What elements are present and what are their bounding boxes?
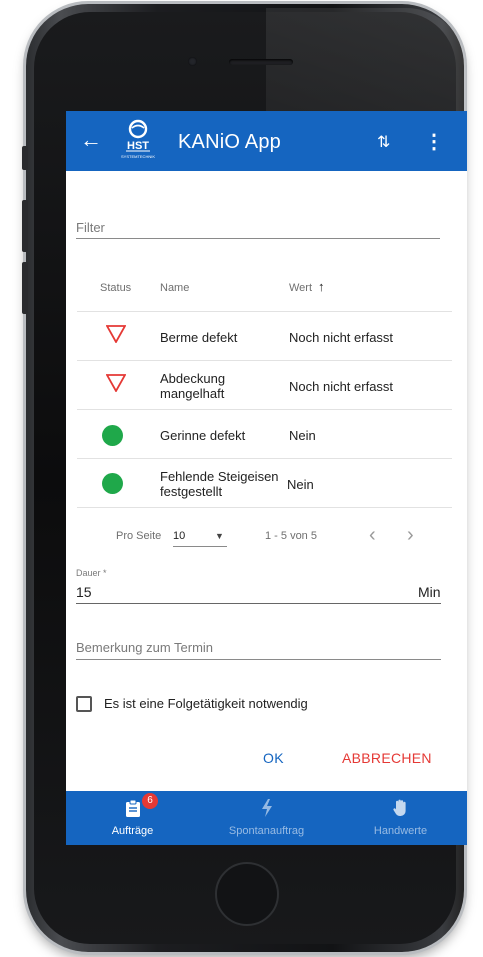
warning-triangle-icon bbox=[106, 325, 126, 343]
row-value: Noch nicht erfasst bbox=[289, 379, 394, 394]
duration-label: Dauer * bbox=[76, 568, 107, 578]
row-divider bbox=[77, 458, 452, 459]
mute-switch bbox=[22, 146, 28, 170]
duration-unit: Min bbox=[418, 584, 441, 600]
nav-item-auftraege[interactable]: 6 Aufträge bbox=[66, 791, 199, 845]
duration-input[interactable]: 15 bbox=[76, 584, 92, 600]
sort-icon[interactable]: ⇅ bbox=[377, 132, 390, 152]
volume-up-button bbox=[22, 200, 28, 252]
followup-checkbox[interactable] bbox=[76, 696, 92, 712]
sort-arrow-icon[interactable]: ↑ bbox=[318, 279, 325, 294]
logo-text: HST bbox=[127, 140, 149, 152]
row-value: Nein bbox=[289, 428, 316, 443]
row-divider bbox=[77, 507, 452, 508]
bottom-navigation: 6 Aufträge Spontanauftrag Handwerte bbox=[66, 791, 467, 845]
app-bar: ← HST SYSTEMTECHNIK KANiO App ⇅ ⋮ bbox=[66, 111, 467, 171]
row-name: Berme defekt bbox=[160, 330, 238, 345]
nav-label: Handwerte bbox=[373, 825, 428, 837]
lightning-icon bbox=[200, 799, 333, 822]
per-page-select[interactable]: 10 ▼ bbox=[173, 526, 227, 547]
nav-label: Spontanauftrag bbox=[228, 825, 305, 837]
warning-triangle-icon bbox=[106, 374, 126, 392]
nav-item-handwerte[interactable]: Handwerte bbox=[334, 791, 467, 845]
filter-input[interactable]: Filter bbox=[76, 220, 105, 235]
status-ok-dot-icon bbox=[102, 425, 123, 446]
column-header-name[interactable]: Name bbox=[160, 282, 189, 294]
row-value: Nein bbox=[287, 477, 314, 492]
nav-label: Aufträge bbox=[111, 825, 154, 837]
column-header-wert[interactable]: Wert bbox=[289, 282, 312, 294]
followup-label[interactable]: Es ist eine Folgetätigkeit notwendig bbox=[104, 696, 308, 711]
column-header-status[interactable]: Status bbox=[100, 282, 131, 294]
row-name-line2: festgestellt bbox=[160, 484, 223, 499]
filter-underline bbox=[76, 238, 440, 239]
hand-icon bbox=[334, 799, 467, 822]
row-divider bbox=[77, 360, 452, 361]
back-arrow-icon[interactable]: ← bbox=[80, 129, 102, 151]
next-page-icon[interactable]: › bbox=[407, 524, 414, 547]
dropdown-caret-icon: ▼ bbox=[215, 531, 224, 541]
clipboard-icon bbox=[66, 799, 199, 822]
app-title: KANiO App bbox=[178, 131, 281, 153]
hst-logo: HST SYSTEMTECHNIK bbox=[118, 117, 158, 165]
ok-button[interactable]: OK bbox=[263, 750, 284, 766]
cancel-button[interactable]: ABBRECHEN bbox=[342, 750, 432, 766]
row-name: Gerinne defekt bbox=[160, 428, 246, 443]
app-screen: ← HST SYSTEMTECHNIK KANiO App ⇅ ⋮ Filter… bbox=[66, 111, 467, 845]
row-divider bbox=[77, 409, 452, 410]
prev-page-icon[interactable]: ‹ bbox=[369, 524, 376, 547]
row-name-line2: mangelhaft bbox=[160, 386, 225, 401]
row-divider bbox=[77, 311, 452, 312]
row-value: Noch nicht erfasst bbox=[289, 330, 394, 345]
logo-subtext: SYSTEMTECHNIK bbox=[121, 154, 156, 159]
volume-down-button bbox=[22, 262, 28, 314]
duration-underline bbox=[76, 603, 441, 604]
more-vert-icon[interactable]: ⋮ bbox=[424, 129, 444, 154]
row-name: Abdeckung bbox=[160, 371, 226, 386]
remark-input[interactable]: Bemerkung zum Termin bbox=[76, 640, 213, 655]
per-page-label: Pro Seite bbox=[116, 530, 162, 542]
pagination-range: 1 - 5 von 5 bbox=[265, 530, 317, 542]
front-camera bbox=[188, 57, 197, 66]
remark-underline bbox=[76, 659, 441, 660]
per-page-value: 10 bbox=[173, 530, 186, 542]
dialog: Filter Status Name Wert ↑ Berme defekt N… bbox=[66, 171, 467, 791]
row-name: Fehlende Steigeisen bbox=[160, 469, 279, 484]
orders-badge: 6 bbox=[142, 793, 158, 809]
nav-item-spontanauftrag[interactable]: Spontanauftrag bbox=[200, 791, 333, 845]
earpiece-speaker bbox=[229, 59, 293, 65]
home-button[interactable] bbox=[215, 862, 279, 926]
status-ok-dot-icon bbox=[102, 473, 123, 494]
